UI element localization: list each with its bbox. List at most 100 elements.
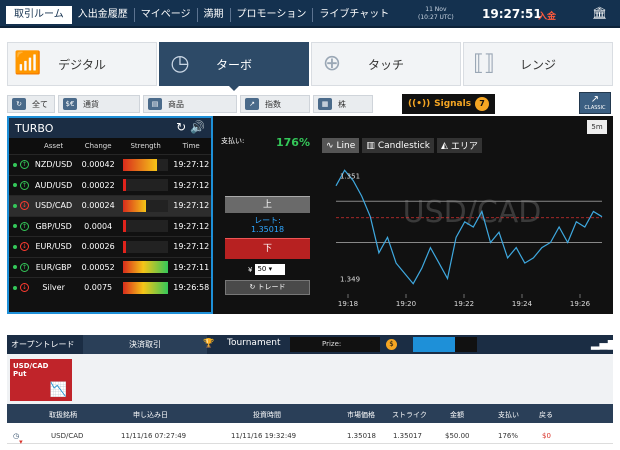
cat-all[interactable]: ↻ 全て [7, 95, 55, 113]
tab-touch[interactable]: ⊕ タッチ [311, 42, 461, 86]
strength-fill [122, 261, 169, 274]
candlestick-icon: ▥ [366, 140, 375, 151]
asset-panel: TURBO ↻ 🔊 Asset Change Strength Time ↑ NZ… [7, 116, 213, 314]
rate-value: 1.35018 [250, 225, 285, 234]
asset-row[interactable]: ↑ GBP/USD 0.0004 19:27:12 [9, 215, 211, 237]
zoom-button[interactable]: 5m [587, 120, 607, 134]
asset-name: EUR/USD [35, 242, 72, 252]
cat-stock[interactable]: ▦ 株 [313, 95, 373, 113]
arrow-down-icon: ↓ [19, 242, 29, 252]
cat-label: 指数 [265, 99, 281, 109]
put-card[interactable]: USD/CAD Put 📉 [10, 359, 72, 401]
strength-bar [122, 281, 169, 294]
arrow-down-icon: ↓ [19, 201, 29, 211]
asset-change: 0.0004 [84, 221, 113, 231]
status-dot [13, 285, 17, 290]
currency-icon: $€ [63, 98, 77, 110]
col-time: Time [182, 142, 200, 150]
nav-live-chat[interactable]: ライブチャット [312, 8, 395, 22]
tab-label: ターボ [215, 57, 252, 72]
trade-button[interactable]: ↻ トレード [225, 280, 310, 295]
asset-time: 19:27:12 [173, 221, 210, 231]
asset-name: AUD/USD [34, 180, 73, 190]
asset-row[interactable]: ↑ EUR/GBP 0.00052 19:27:11 [9, 256, 211, 278]
cat-currency[interactable]: $€ 通貨 [58, 95, 140, 113]
amount-picker: ¥ 50 ▾ [248, 264, 286, 275]
nav-promotion[interactable]: プロモーション [229, 8, 313, 22]
th-return: 戻る [539, 411, 553, 419]
refresh-icon[interactable]: ↻ [176, 120, 186, 134]
tab-range[interactable]: ⟦⟧ レンジ [463, 42, 613, 86]
asset-name: NZD/USD [34, 160, 73, 170]
tab-line[interactable]: ∿ Line [322, 138, 360, 153]
signals-button[interactable]: ((•)) Signals 7 [402, 94, 495, 114]
table-row[interactable]: ◷ ▾ USD/CAD 11/11/16 07:27:49 11/11/16 19… [7, 426, 613, 446]
asset-row[interactable]: ↓ Silver 0.0075 19:26:58 [9, 277, 211, 298]
tab-digital[interactable]: 📶 デジタル [7, 42, 157, 86]
cat-commodity[interactable]: ▤ 商品 [143, 95, 237, 113]
cat-label: 株 [338, 99, 346, 109]
asset-time: 19:27:12 [173, 180, 210, 190]
payout-value: 176% [276, 136, 310, 149]
th-date: 申し込み日 [133, 411, 168, 419]
nav-expiry[interactable]: 満期 [196, 8, 230, 22]
main-nav: 取引ルーム 入出金履歴 マイページ 満期 プロモーション ライブチャット [0, 6, 395, 24]
x-tick-label: 19:20 [396, 300, 416, 308]
amount-select[interactable]: 50 ▾ [255, 264, 286, 275]
target-icon: ⊕ [322, 51, 342, 76]
utc-line: (10:27 UTC) [418, 14, 454, 21]
put-button[interactable]: 下 [225, 238, 310, 259]
asset-change: 0.00052 [81, 262, 115, 272]
arrow-up-icon: ↑ [19, 262, 29, 272]
status-dot [13, 244, 17, 249]
tab-open-trades[interactable]: オープントレード [7, 339, 83, 350]
tournament-label[interactable]: Tournament [227, 338, 280, 348]
asset-row[interactable]: ↑ AUD/USD 0.00022 19:27:12 [9, 174, 211, 196]
tab-label: Candlestick [377, 140, 430, 151]
clock-icon: ◷ [170, 51, 190, 76]
strength-fill [122, 199, 146, 212]
refresh-icon: ↻ [12, 98, 26, 110]
asset-time: 19:26:58 [173, 283, 210, 293]
signals-count-badge: 7 [475, 97, 489, 111]
tab-area[interactable]: ◭ エリア [436, 138, 482, 153]
asset-change: 0.0075 [84, 283, 113, 293]
asset-row[interactable]: ↓ EUR/USD 0.00026 19:27:12 [9, 236, 211, 257]
asset-change: 0.00024 [81, 201, 115, 211]
asset-row[interactable]: ↓ USD/CAD 0.00024 19:27:12 [9, 195, 211, 216]
nav-trading-room[interactable]: 取引ルーム [6, 6, 72, 24]
tab-turbo[interactable]: ◷ ターボ [159, 42, 309, 91]
signals-label: Signals [434, 99, 472, 109]
tab-label: レンジ [519, 57, 556, 72]
th-asset: 取扱銘柄 [49, 411, 77, 419]
area-icon: ◭ [440, 140, 448, 151]
tab-label: Line [336, 140, 356, 151]
arrow-up-icon: ↑ [19, 221, 29, 231]
chart-background [322, 154, 609, 312]
asset-row[interactable]: ↑ NZD/USD 0.00042 19:27:12 [9, 154, 211, 175]
prize-progress-track [455, 337, 477, 352]
tab-candlestick[interactable]: ▥ Candlestick [362, 138, 434, 153]
cat-index[interactable]: ↗ 指数 [240, 95, 310, 113]
nav-my-page[interactable]: マイページ [133, 8, 197, 22]
nav-deposit-history[interactable]: 入出金履歴 [72, 8, 134, 22]
sound-icon[interactable]: 🔊 [190, 120, 205, 134]
asset-name: Silver [42, 283, 65, 293]
status-dot [13, 224, 17, 229]
bank-icon[interactable]: 🏛 [592, 6, 607, 20]
asset-change: 0.00022 [81, 180, 115, 190]
th-amount: 金額 [450, 411, 464, 419]
trades-table-header: 取扱銘柄 申し込み日 投資時間 市場価格 ストライク 金額 支払い 戻る [7, 404, 613, 423]
cat-label: 商品 [168, 99, 184, 109]
call-button[interactable]: 上 [225, 196, 310, 213]
asset-time: 19:27:11 [173, 262, 210, 272]
asset-name: EUR/GBP [35, 262, 72, 272]
classic-button[interactable]: ↗ CLASSIC [579, 92, 611, 114]
strength-bar [122, 158, 169, 171]
signal-bars-icon[interactable]: ▂▄▆ [591, 337, 616, 350]
tab-label: タッチ [367, 57, 404, 72]
strength-bar [122, 261, 169, 274]
tab-closed-trades[interactable]: 決済取引 [83, 335, 207, 354]
price-chart[interactable]: USD/CAD 1.351 1.349 19:18 19:20 19:22 19:24 19:… [322, 154, 609, 312]
deposit-link[interactable]: 入金 [538, 9, 556, 22]
